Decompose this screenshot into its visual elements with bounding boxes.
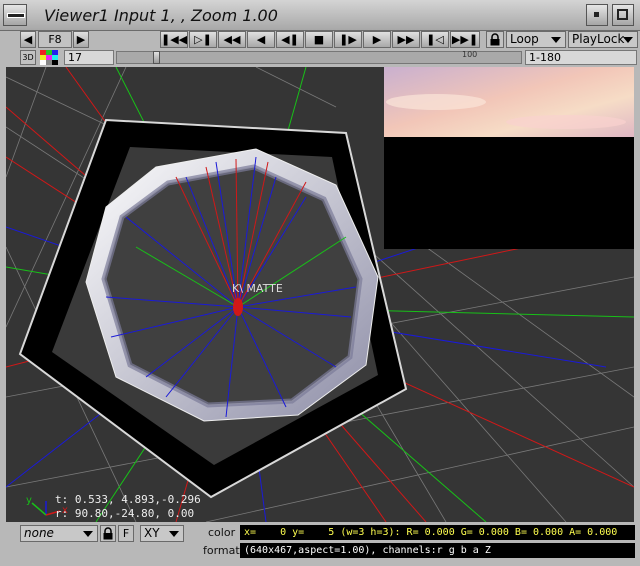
next-keyframe-icon[interactable]: ❚◁ <box>421 31 449 48</box>
translate-readout: t: 0.533, 4.893,-0.296 <box>55 493 201 506</box>
chevron-down-icon <box>623 37 633 43</box>
format-label: format <box>203 544 240 557</box>
color-palette-icon[interactable] <box>40 50 58 65</box>
channel-select-value: none <box>24 526 54 540</box>
play-icon[interactable]: ▶ <box>363 31 391 48</box>
current-frame-field[interactable]: 17 <box>64 50 114 65</box>
lock-icon[interactable] <box>100 525 116 542</box>
slider-tick-label: 100 <box>462 50 478 59</box>
matte-label: K\ MATTE <box>232 282 283 295</box>
viewer-window: Viewer1 Input 1, , Zoom 1.00 ◀ F8 ▶ ❚◀◀ … <box>0 0 640 566</box>
axis-label-y: y <box>26 495 32 506</box>
fast-forward-icon[interactable]: ▶▶ <box>392 31 420 48</box>
format-info: (640x467,aspect=1.00), channels:r g b a … <box>240 543 635 558</box>
minimize-icon[interactable] <box>586 4 608 26</box>
title-bar[interactable]: Viewer1 Input 1, , Zoom 1.00 <box>0 0 640 31</box>
loop-mode-value: Loop <box>510 32 539 46</box>
timeline-bar: 3D 17 100 1-180 <box>0 50 640 66</box>
info-bar: none F XY color x= 0 y= 5 (w=3 h=3): R= … <box>0 522 640 566</box>
black-plate <box>384 137 634 249</box>
rotate-readout: r: 90.80,-24.80, 0.00 <box>55 507 195 520</box>
play-lock-value: PlayLock <box>572 32 625 46</box>
slider-handle[interactable] <box>153 51 160 64</box>
color-label: color <box>208 526 236 539</box>
plane-select[interactable]: XY <box>140 525 184 542</box>
loop-mode-select[interactable]: Loop <box>506 31 566 48</box>
frame-slider[interactable]: 100 <box>116 50 522 64</box>
play-lock-select[interactable]: PlayLock <box>568 31 638 48</box>
lock-icon[interactable] <box>486 31 504 48</box>
window-title: Viewer1 Input 1, , Zoom 1.00 <box>44 6 278 25</box>
next-view-button[interactable]: ▶ <box>73 31 89 48</box>
chevron-down-icon <box>169 531 179 537</box>
chevron-down-icon <box>83 531 93 537</box>
prev-frame-icon[interactable]: ◀❚ <box>276 31 304 48</box>
maximize-icon[interactable] <box>612 4 634 26</box>
fast-backward-icon[interactable]: ◀◀ <box>218 31 246 48</box>
frame-range-field[interactable]: 1-180 <box>525 50 637 65</box>
last-frame-icon[interactable]: ▶▶❚ <box>450 31 480 48</box>
scene-canvas[interactable]: y x <box>6 67 634 522</box>
view-button[interactable]: F8 <box>38 31 72 48</box>
camera-marker[interactable] <box>233 298 243 316</box>
prev-keyframe-icon[interactable]: ▷❚ <box>189 31 217 48</box>
channel-select[interactable]: none <box>20 525 98 542</box>
3d-view-button[interactable]: 3D <box>20 50 36 65</box>
step-back-icon[interactable]: ◀ <box>247 31 275 48</box>
plane-select-value: XY <box>144 526 160 540</box>
window-menu-icon[interactable] <box>3 4 27 26</box>
chevron-down-icon <box>551 37 561 43</box>
first-frame-icon[interactable]: ❚◀◀ <box>160 31 188 48</box>
color-info: x= 0 y= 5 (w=3 h=3): R= 0.000 G= 0.000 B… <box>240 525 635 540</box>
next-frame-icon[interactable]: ❚▶ <box>334 31 362 48</box>
playback-toolbar: ◀ F8 ▶ ❚◀◀ ▷❚ ◀◀ ◀ ◀❚ ■ ❚▶ ▶ ▶▶ ❚◁ ▶▶❚ L… <box>0 31 640 49</box>
stop-icon[interactable]: ■ <box>305 31 333 48</box>
f-button[interactable]: F <box>118 525 134 542</box>
3d-viewport[interactable]: y x K\ MATTE t: 0.533, 4.893,-0.296 r: 9… <box>6 67 634 522</box>
prev-view-button[interactable]: ◀ <box>20 31 36 48</box>
